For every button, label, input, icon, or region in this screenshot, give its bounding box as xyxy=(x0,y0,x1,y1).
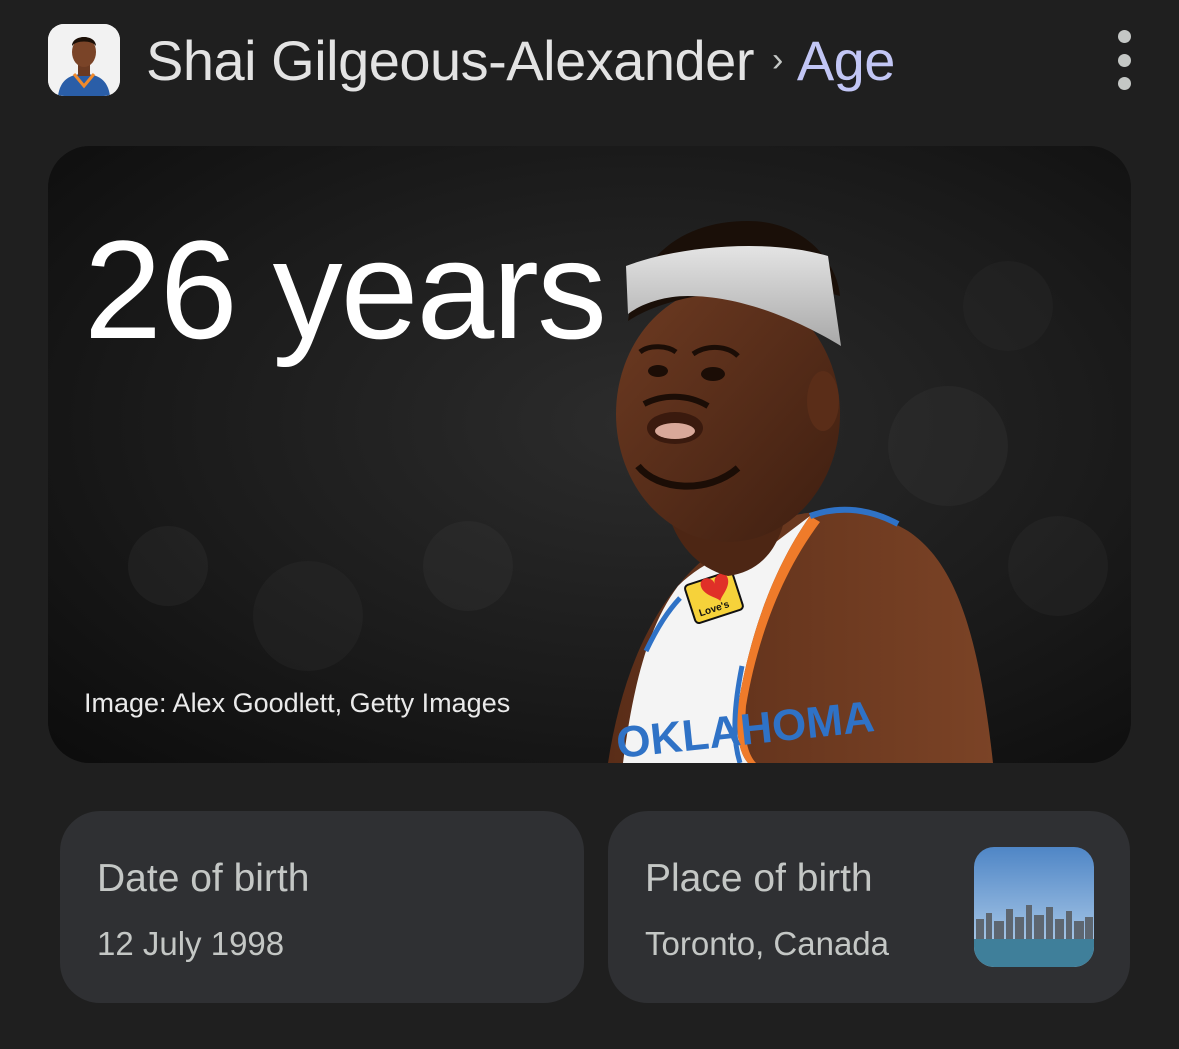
entity-name-link[interactable]: Shai Gilgeous-Alexander xyxy=(146,28,754,93)
place-of-birth-card[interactable]: Place of birth Toronto, Canada xyxy=(608,811,1130,1003)
date-of-birth-card[interactable]: Date of birth 12 July 1998 xyxy=(60,811,584,1003)
fact-label: Date of birth xyxy=(97,857,310,900)
image-credit[interactable]: Image: Alex Goodlett, Getty Images xyxy=(84,688,510,719)
breadcrumb-attribute: Age xyxy=(796,28,896,92)
fact-value: 12 July 1998 xyxy=(97,925,285,962)
player-avatar-icon[interactable] xyxy=(48,24,120,96)
knowledge-header: Shai Gilgeous-Alexander › Age xyxy=(48,20,1138,100)
age-value: 26 years xyxy=(84,211,607,368)
page-title: Shai Gilgeous-Alexander › Age xyxy=(146,28,895,93)
breadcrumb-separator: › xyxy=(771,40,783,79)
toronto-skyline-icon xyxy=(974,847,1094,967)
age-hero-card[interactable]: Love's OKLAHOMA 26 years Image: Alex Goo… xyxy=(48,146,1131,763)
fact-label: Place of birth xyxy=(645,857,873,900)
more-vert-icon[interactable] xyxy=(1110,30,1138,90)
fact-value: Toronto, Canada xyxy=(645,925,890,962)
